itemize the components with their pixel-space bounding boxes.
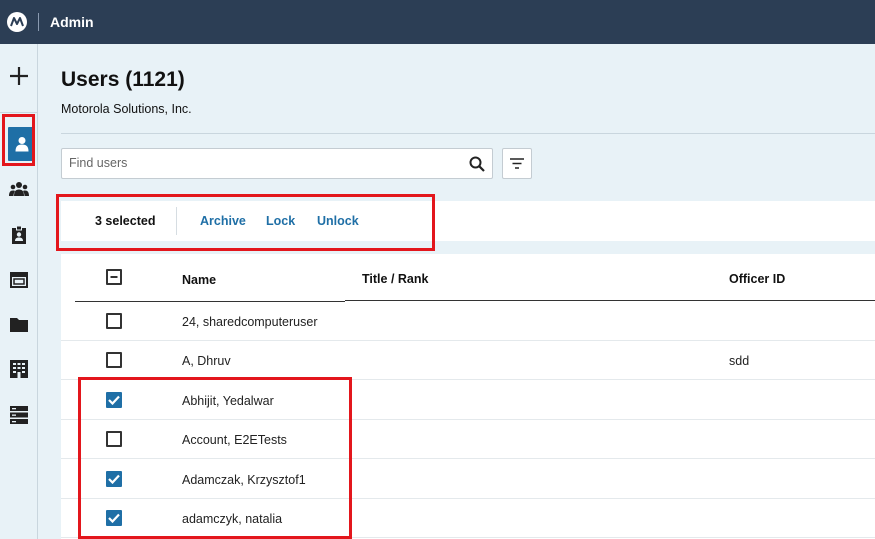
search-input[interactable] (69, 156, 459, 170)
user-icon (8, 127, 35, 161)
folder-icon[interactable] (0, 306, 38, 342)
cell-name: A, Dhruv (182, 354, 231, 368)
archive-button[interactable]: Archive (200, 214, 246, 228)
row-checkbox[interactable] (106, 313, 122, 329)
cell-name: Account, E2ETests (182, 433, 287, 447)
column-header-title-rank[interactable]: Title / Rank (362, 272, 428, 286)
table-row[interactable]: 24, sharedcomputeruser (61, 302, 875, 341)
checkmark-icon (108, 395, 120, 405)
filter-button[interactable] (502, 148, 532, 179)
checkmark-icon (108, 513, 120, 523)
selected-count: 3 selected (95, 214, 156, 228)
row-checkbox[interactable] (106, 352, 122, 368)
row-checkbox-checked[interactable] (106, 510, 122, 526)
header-underline (345, 300, 875, 301)
table-row[interactable]: Adamczak, Krzysztof1 (61, 460, 875, 499)
cell-officer-id: sdd (729, 354, 750, 368)
table-row[interactable]: adamczyk, natalia (61, 499, 875, 538)
title-divider (61, 133, 875, 134)
checkmark-icon (108, 474, 120, 484)
bulk-action-bar: 3 selected Archive Lock Unlock (61, 201, 875, 241)
indeterminate-icon (110, 276, 118, 278)
building-icon[interactable] (0, 351, 38, 387)
column-header-officer-id[interactable]: Officer ID (729, 272, 785, 286)
lock-button[interactable]: Lock (266, 214, 295, 228)
app-title: Admin (50, 14, 94, 30)
main-content: Users (1121) Motorola Solutions, Inc. 3 … (39, 44, 875, 539)
row-checkbox[interactable] (106, 431, 122, 447)
column-header-name[interactable]: Name (182, 273, 216, 287)
id-badge-icon[interactable] (0, 217, 38, 253)
browser-window-icon[interactable] (0, 262, 38, 298)
users-group-icon[interactable] (0, 171, 38, 207)
motorola-logo-icon[interactable] (7, 12, 27, 32)
unlock-button[interactable]: Unlock (317, 214, 359, 228)
plus-icon[interactable] (0, 58, 38, 94)
sidebar (0, 44, 38, 539)
cell-name: Abhijit, Yedalwar (182, 394, 274, 408)
cell-name: Adamczak, Krzysztof1 (182, 473, 306, 487)
cell-name: 24, sharedcomputeruser (182, 315, 318, 329)
sidebar-separator (0, 112, 38, 113)
row-checkbox-checked[interactable] (106, 471, 122, 487)
table-row[interactable]: A, Dhruv sdd (61, 341, 875, 380)
top-bar: Admin (0, 0, 875, 44)
search-icon[interactable] (469, 156, 485, 172)
search-box (61, 148, 493, 179)
page-title: Users (1121) (61, 68, 185, 91)
filter-icon (510, 158, 524, 169)
select-all-checkbox[interactable] (106, 269, 122, 285)
row-checkbox-checked[interactable] (106, 392, 122, 408)
table-row[interactable]: Account, E2ETests (61, 420, 875, 459)
action-divider (176, 207, 177, 235)
users-table: Name Title / Rank Officer ID 24, sharedc… (61, 254, 875, 539)
server-icon[interactable] (0, 397, 38, 433)
sidebar-item-users[interactable] (8, 127, 35, 161)
topbar-divider (38, 13, 39, 31)
cell-name: adamczyk, natalia (182, 512, 283, 526)
table-row[interactable]: Abhijit, Yedalwar (61, 381, 875, 420)
organization-name: Motorola Solutions, Inc. (61, 102, 192, 116)
